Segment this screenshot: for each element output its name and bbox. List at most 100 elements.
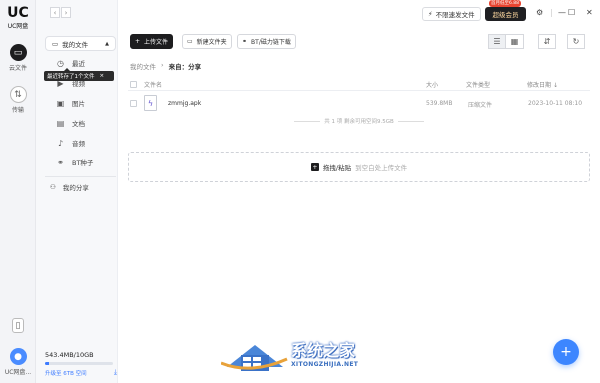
share-label: 我的分享 xyxy=(62,184,89,192)
sidebar-item-document[interactable]: ▤ 文档 xyxy=(56,118,85,129)
row-checkbox[interactable] xyxy=(130,100,137,107)
folder-plus-icon: ▭ xyxy=(187,38,193,45)
caret-up-icon: ▲ xyxy=(105,40,109,47)
sort-icon[interactable]: ⇵ xyxy=(538,34,556,49)
breadcrumb-current: 来自：分享 xyxy=(168,63,202,71)
rail-item-transfer[interactable]: ⇅ 传输 xyxy=(4,86,32,114)
clock-icon: ◷ xyxy=(57,58,64,68)
breadcrumb: 我的文件 › 来自：分享 xyxy=(130,61,201,71)
storage-bar-fill xyxy=(45,362,49,365)
speed-label: 不限速发文件 xyxy=(435,11,475,19)
upload-label: 上传文件 xyxy=(144,39,169,46)
sidebar-item-label: BT种子 xyxy=(72,159,94,167)
bt-download-button[interactable]: ⚭ BT/磁力链下载 xyxy=(237,34,296,49)
logo-mark: UC xyxy=(7,5,29,21)
image-icon: ▣ xyxy=(56,98,65,108)
tooltip-text: 最近转存了1个文件 xyxy=(47,74,95,80)
rail-label-transfer: 传输 xyxy=(11,107,24,114)
maximize-icon[interactable]: ☐ xyxy=(568,8,575,17)
file-modified: 2023-10-11 08:10 xyxy=(528,100,583,107)
app-window: UC UC网盘 ▭ 云文件 ⇅ 传输 ▯ ● UC网盘... ‹ › ▭ 我的文… xyxy=(0,0,600,383)
vip-promo-badge: 首月低至6.88 xyxy=(489,0,522,7)
refresh-icon[interactable]: ↻ xyxy=(567,34,585,49)
download-icon[interactable]: ⤓ xyxy=(114,368,117,377)
watermark: 系统之家 XITONGZHIJIA.NET xyxy=(220,333,371,377)
logo-text: UC网盘 xyxy=(7,23,29,30)
plus-icon: + xyxy=(135,38,141,45)
bolt-icon: ⚡ xyxy=(428,10,433,18)
app-logo: UC UC网盘 xyxy=(4,6,32,30)
sidebar-item-label: 最近 xyxy=(72,60,85,68)
sidebar-item-bt[interactable]: ⚭ BT种子 xyxy=(56,157,94,168)
title-bar: ⚡ 不限速发文件 超级会员 首月低至6.88 ⚙ | — ☐ ✕ xyxy=(118,0,600,28)
new-folder-label: 新建文件夹 xyxy=(196,39,227,46)
rail-item-device[interactable]: ▯ xyxy=(4,318,32,333)
col-type[interactable]: 文件类型 xyxy=(466,80,490,89)
col-modified[interactable]: 修改日期 ↓ xyxy=(527,80,558,89)
close-icon[interactable]: × xyxy=(100,73,105,79)
storage-panel: 543.4MB/10GB 升级至 6TB 空间 ⤓ xyxy=(45,351,117,377)
apk-file-icon: ϟ xyxy=(144,95,157,111)
sidebar-item-recent[interactable]: ◷ 最近 xyxy=(56,58,85,69)
my-files-label: 我的文件 xyxy=(62,40,89,49)
recent-tooltip: 最近转存了1个文件 × xyxy=(44,68,114,81)
nav-buttons: ‹ › xyxy=(50,7,71,18)
table-header: 文件名 大小 文件类型 修改日期 ↓ xyxy=(128,79,590,91)
unlimited-speed-button[interactable]: ⚡ 不限速发文件 xyxy=(422,7,481,21)
left-rail: UC UC网盘 ▭ 云文件 ⇅ 传输 ▯ ● UC网盘... xyxy=(0,0,36,383)
new-folder-button[interactable]: ▭ 新建文件夹 xyxy=(182,34,232,49)
file-name[interactable]: zmmjg.apk xyxy=(168,100,201,107)
sidebar-item-label: 文档 xyxy=(72,120,85,128)
vip-button[interactable]: 超级会员 xyxy=(485,7,526,21)
sidebar-divider xyxy=(45,176,116,177)
username: UC网盘... xyxy=(4,369,32,376)
col-modified-label: 修改日期 xyxy=(527,82,552,89)
rail-item-user[interactable]: ● UC网盘... xyxy=(4,348,32,376)
my-files-button[interactable]: ▭ 我的文件 ▲ xyxy=(45,36,116,51)
sidebar-item-share[interactable]: ⚇ 我的分享 xyxy=(50,182,89,192)
storage-used: 543.4MB/10GB xyxy=(45,351,94,359)
sidebar-item-image[interactable]: ▣ 图片 xyxy=(56,98,85,109)
sidebar-item-label: 音频 xyxy=(72,140,85,148)
dropzone-hint: 到空白处上传文件 xyxy=(355,164,408,172)
list-view-icon[interactable]: ☰ xyxy=(488,34,506,49)
table-summary: 共 1 项 剩余可用空间9.5GB xyxy=(128,117,590,125)
sidebar-item-audio[interactable]: ♪ 音频 xyxy=(56,138,85,149)
settings-icon[interactable]: ⚙ xyxy=(536,8,543,17)
sort-down-icon: ↓ xyxy=(552,82,558,89)
folder-icon: ▭ xyxy=(9,44,27,61)
file-type: 压缩文件 xyxy=(468,102,493,109)
rail-item-cloud[interactable]: ▭ 云文件 xyxy=(4,44,32,72)
breadcrumb-root[interactable]: 我的文件 xyxy=(130,61,156,71)
share-icon: ⚇ xyxy=(50,183,56,191)
upgrade-link[interactable]: 升级至 6TB 空间 xyxy=(45,369,87,377)
table-row[interactable]: ϟ zmmjg.apk 539.8MB 压缩文件 2023-10-11 08:1… xyxy=(128,93,590,115)
upload-button[interactable]: + 上传文件 xyxy=(130,34,174,49)
col-name[interactable]: 文件名 xyxy=(144,80,162,89)
select-all-checkbox[interactable] xyxy=(130,81,137,88)
file-size: 539.8MB xyxy=(426,100,453,107)
phone-icon: ▯ xyxy=(12,318,24,333)
divider: | xyxy=(550,8,553,17)
grid-view-icon[interactable]: ▦ xyxy=(506,34,524,49)
upload-dropzone[interactable]: + 拖拽/粘贴 到空白处上传文件 xyxy=(128,152,590,182)
link-icon: ⚭ xyxy=(57,157,64,167)
close-icon[interactable]: ✕ xyxy=(586,8,593,17)
sidebar-item-label: 图片 xyxy=(72,100,85,108)
link-icon: ⚭ xyxy=(242,38,248,45)
col-size[interactable]: 大小 xyxy=(426,80,438,89)
sidebar: ‹ › ▭ 我的文件 ▲ ◷ 最近 ▶ 视频 ▣ 图片 ▤ 文档 ♪ 音频 ⚭ xyxy=(36,0,118,383)
folder-icon: ▭ xyxy=(52,39,59,48)
avatar: ● xyxy=(9,348,27,365)
storage-bar xyxy=(45,362,113,365)
minimize-icon[interactable]: — xyxy=(558,8,566,17)
forward-icon[interactable]: › xyxy=(61,7,71,18)
add-fab-button[interactable]: + xyxy=(553,339,579,365)
dropzone-action: 拖拽/粘贴 xyxy=(322,164,352,172)
audio-icon: ♪ xyxy=(57,138,64,148)
transfer-icon: ⇅ xyxy=(9,86,27,103)
watermark-subtitle: XITONGZHIJIA.NET xyxy=(291,361,359,368)
back-icon[interactable]: ‹ xyxy=(50,7,60,18)
breadcrumb-separator: › xyxy=(161,61,164,69)
plus-icon: + xyxy=(310,163,319,171)
